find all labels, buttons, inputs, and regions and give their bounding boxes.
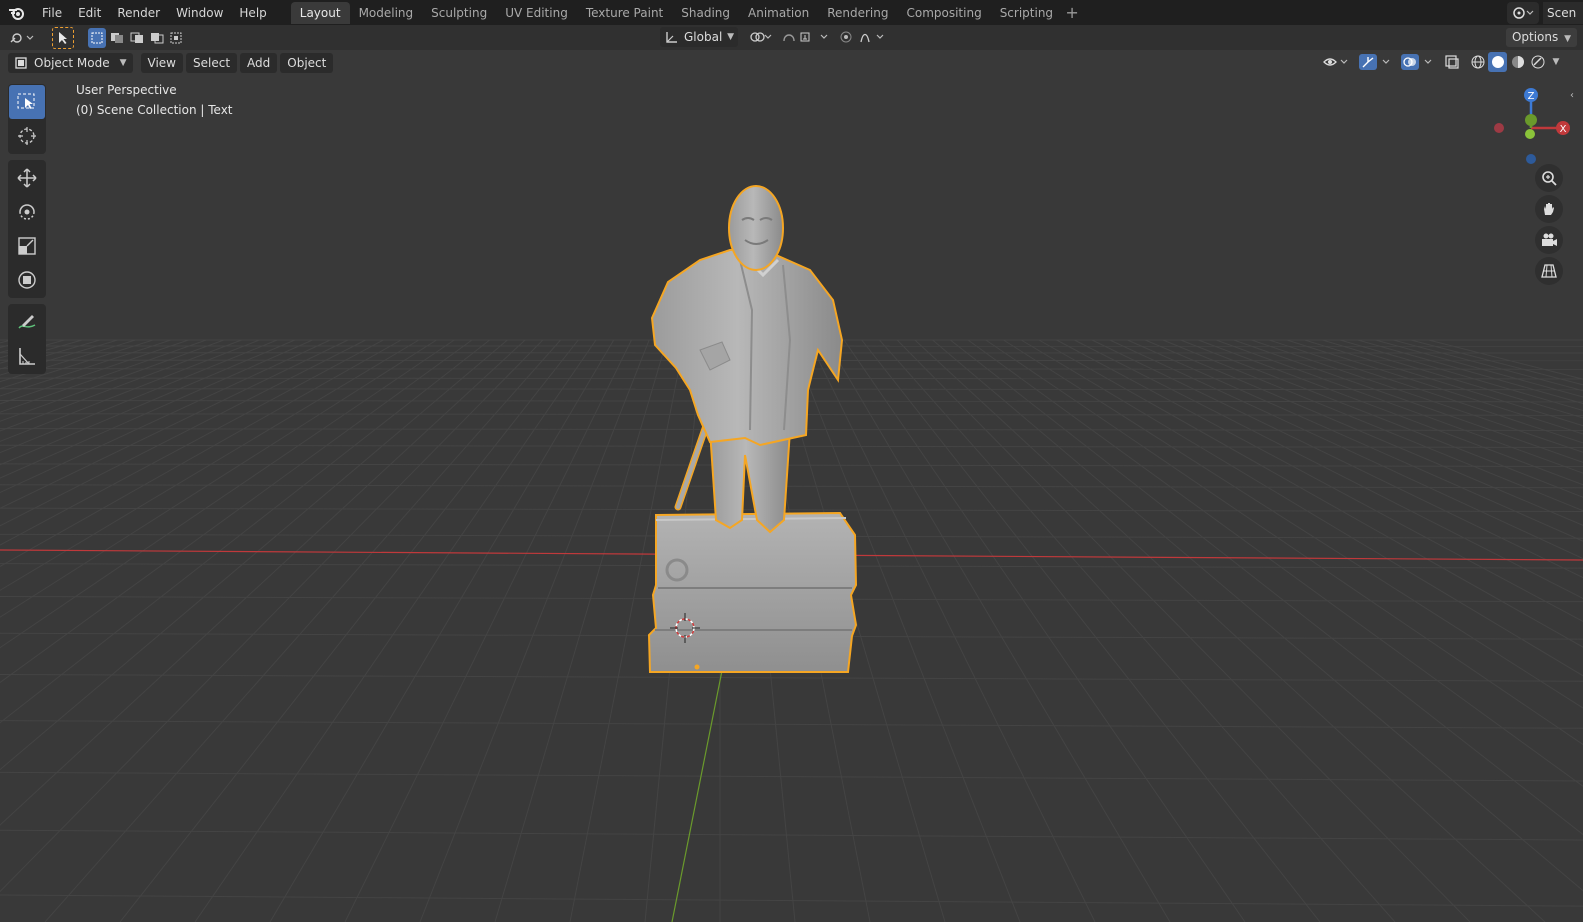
tab-uv-editing[interactable]: UV Editing [496, 2, 577, 24]
select-invert-icon[interactable] [148, 28, 166, 48]
sidebar-toggle-icon[interactable]: ‹ [1570, 90, 1574, 101]
solid-shading-icon[interactable] [1488, 52, 1507, 72]
hand-pan-icon[interactable] [1535, 195, 1563, 223]
scale-icon[interactable] [9, 229, 45, 263]
3d-viewport[interactable]: User Perspective (0) Scene Collection | … [0, 50, 1583, 922]
menu-file[interactable]: File [34, 2, 70, 24]
overlay-toggle-icon[interactable] [1400, 52, 1436, 72]
tab-compositing[interactable]: Compositing [897, 2, 990, 24]
statue-model[interactable] [0, 50, 1583, 922]
tab-shading[interactable]: Shading [672, 2, 739, 24]
tab-animation[interactable]: Animation [739, 2, 818, 24]
visibility-eye-icon[interactable] [1322, 52, 1352, 72]
proportional-editing-controls[interactable] [838, 27, 890, 47]
menu-window[interactable]: Window [168, 2, 231, 24]
scene-icon[interactable] [1507, 1, 1539, 24]
select-intersect-icon[interactable] [168, 28, 186, 48]
tab-rendering[interactable]: Rendering [818, 2, 897, 24]
object-mode-icon [15, 56, 27, 69]
shading-mode-buttons: ▼ [1468, 52, 1562, 72]
options-label: Options [1511, 30, 1559, 44]
mode-label: Object Mode [34, 55, 110, 70]
perspective-label: User Perspective [76, 83, 177, 97]
zoom-icon[interactable] [1535, 164, 1563, 192]
menu-render[interactable]: Render [109, 2, 168, 24]
select-tool-icon[interactable] [52, 26, 74, 49]
tab-modeling[interactable]: Modeling [350, 2, 423, 24]
move-icon[interactable] [9, 161, 45, 195]
viewport-menu-add[interactable]: Add [240, 52, 278, 73]
viewport-header: Object Mode ▼ View Select Add Object ▼ [0, 50, 1583, 75]
grid-ortho-icon[interactable] [1535, 257, 1563, 285]
rendered-shading-icon[interactable] [1528, 52, 1547, 72]
statue-head [728, 185, 784, 271]
tab-scripting[interactable]: Scripting [991, 2, 1062, 24]
gizmo-neg-z-handle[interactable] [1526, 154, 1536, 164]
viewport-display-controls: ▼ [1322, 52, 1562, 72]
viewport-menu-object[interactable]: Object [280, 52, 334, 73]
gizmo-x-label: X [1560, 124, 1567, 135]
wireframe-shading-icon[interactable] [1468, 52, 1487, 72]
select-new-icon[interactable] [88, 27, 106, 48]
editor-type-dropdown[interactable] [6, 28, 40, 48]
tab-sculpting[interactable]: Sculpting [422, 2, 496, 24]
transform-icon[interactable] [9, 263, 45, 297]
gizmo-neg-y-handle[interactable] [1525, 129, 1535, 139]
cursor-icon[interactable] [9, 119, 45, 153]
camera-icon[interactable] [1535, 226, 1563, 254]
select-extend-icon[interactable] [108, 28, 126, 48]
object-origin [694, 664, 700, 670]
menu-help[interactable]: Help [231, 2, 274, 24]
gizmo-y-handle[interactable] [1525, 114, 1537, 126]
orientation-axis-icon [666, 32, 677, 43]
gizmo-toggle-icon[interactable] [1358, 52, 1394, 72]
blender-logo-icon[interactable] [6, 3, 28, 23]
measure-icon[interactable] [9, 339, 45, 373]
collection-label: (0) Scene Collection | Text [76, 103, 233, 117]
scene-name-field[interactable]: Scen [1543, 1, 1583, 24]
scene-selector: Scen [1507, 1, 1583, 24]
pivot-point-dropdown[interactable] [746, 27, 776, 47]
tool-header: Global ▼ Options ▼ [0, 25, 1583, 50]
blender-window: File Edit Render Window Help Layout Mode… [0, 0, 1583, 922]
snapping-controls[interactable] [780, 27, 832, 47]
material-shading-icon[interactable] [1508, 52, 1527, 72]
selection-mode-buttons [88, 27, 186, 48]
tab-texture-paint[interactable]: Texture Paint [577, 2, 672, 24]
workspace-tabs: Layout Modeling Sculpting UV Editing Tex… [290, 0, 1082, 25]
orientation-label: Global [684, 30, 723, 44]
navigation-gizmo[interactable]: Z X [1488, 80, 1578, 170]
tool-group-annotate [8, 304, 46, 374]
xray-toggle-icon[interactable] [1442, 52, 1462, 72]
tool-shelf [8, 84, 46, 380]
tool-group-select [8, 84, 46, 154]
options-dropdown[interactable]: Options ▼ [1505, 28, 1577, 47]
gizmo-z-label: Z [1528, 91, 1535, 102]
viewport-menu-select[interactable]: Select [186, 52, 238, 73]
gizmo-neg-x-handle[interactable] [1494, 123, 1504, 133]
annotate-icon[interactable] [9, 305, 45, 339]
viewport-menu-view[interactable]: View [140, 52, 183, 73]
mode-dropdown[interactable]: Object Mode ▼ [8, 52, 133, 73]
rotate-icon[interactable] [9, 195, 45, 229]
top-menu-bar: File Edit Render Window Help Layout Mode… [0, 0, 1583, 25]
add-workspace-button[interactable]: + [1062, 3, 1082, 22]
shading-options-dropdown[interactable]: ▼ [1548, 52, 1562, 72]
tool-group-transform [8, 160, 46, 298]
select-subtract-icon[interactable] [128, 28, 146, 48]
menu-edit[interactable]: Edit [70, 2, 109, 24]
statue-torso [650, 246, 844, 447]
transform-orientation-dropdown[interactable]: Global ▼ [660, 27, 738, 47]
book-stack [647, 511, 858, 673]
tab-layout[interactable]: Layout [290, 1, 350, 24]
select-box-icon[interactable] [9, 85, 45, 119]
